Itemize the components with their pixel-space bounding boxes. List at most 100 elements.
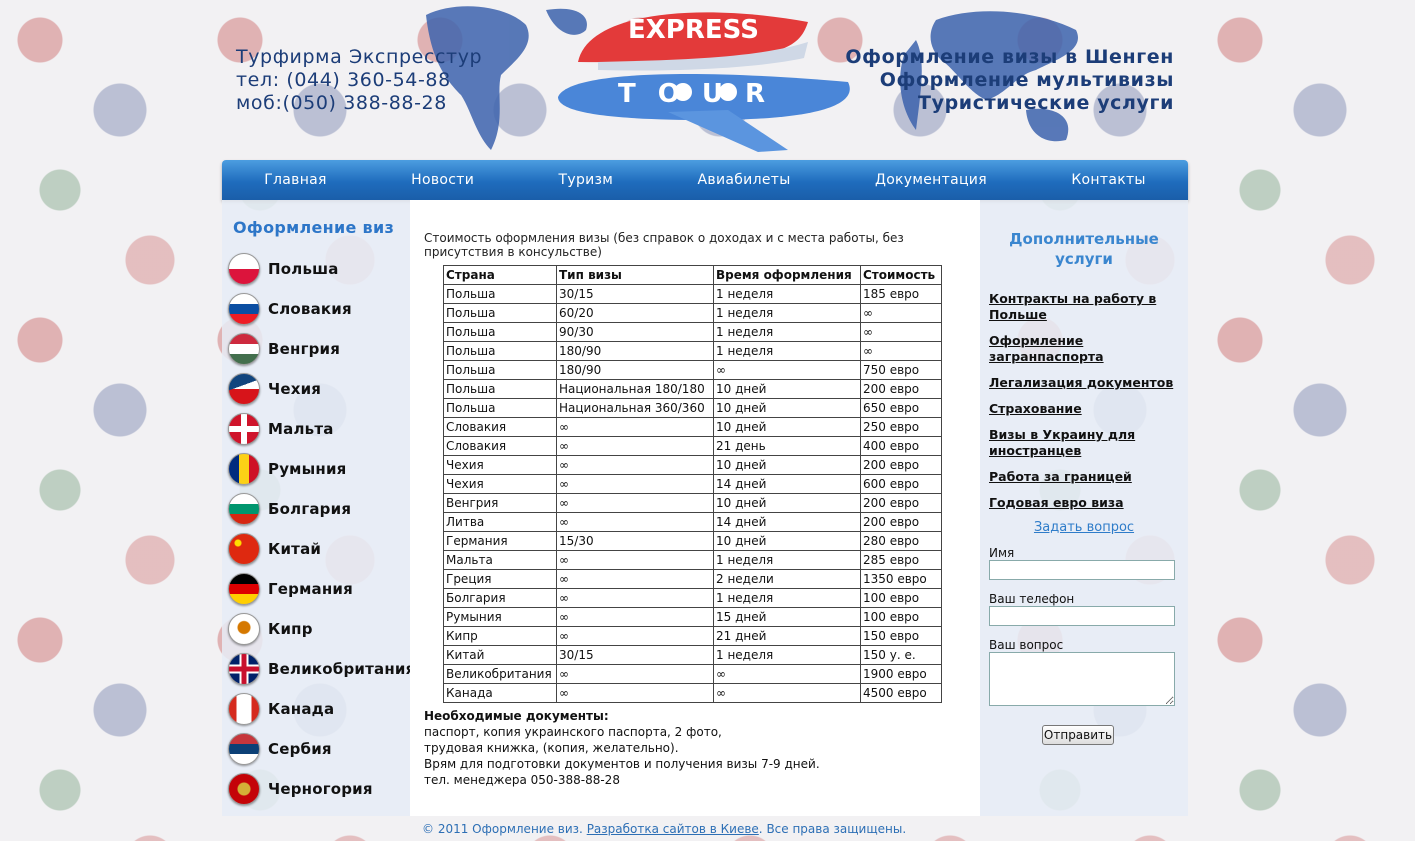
country-flag-icon xyxy=(228,653,260,685)
nav-home[interactable]: Главная xyxy=(264,172,327,188)
table-cell: 14 дней xyxy=(713,512,861,532)
table-cell: 200 евро xyxy=(860,379,942,399)
table-cell: Болгария xyxy=(443,588,557,608)
country-flag-icon xyxy=(228,293,260,325)
question-textarea[interactable] xyxy=(989,652,1175,706)
sidebar-item-country[interactable]: Черногория xyxy=(228,772,373,806)
sidebar-item-country[interactable]: Словакия xyxy=(228,292,352,326)
service-link[interactable]: Страхование xyxy=(989,401,1184,417)
service-link[interactable]: Визы в Украину для иностранцев xyxy=(989,427,1184,459)
table-cell: 15 дней xyxy=(713,607,861,627)
table-cell: 10 дней xyxy=(713,493,861,513)
phone-label: Ваш телефон xyxy=(989,592,1075,606)
table-row: Польша Национальная 180/180 10 дней 200 евр… xyxy=(443,379,942,399)
sidebar-item-country[interactable]: Румыния xyxy=(228,452,347,486)
table-cell: 750 евро xyxy=(860,360,942,380)
table-cell: Польша xyxy=(443,379,557,399)
table-cell: Национальная 180/180 xyxy=(556,379,714,399)
phone-input[interactable] xyxy=(989,606,1175,626)
name-input[interactable] xyxy=(989,560,1175,580)
table-cell: 250 евро xyxy=(860,417,942,437)
logo-express-text: EXPRESS xyxy=(628,15,759,45)
table-cell: 10 дней xyxy=(713,455,861,475)
sidebar-item-country[interactable]: Сербия xyxy=(228,732,332,766)
footer-rights: Все права защищены. xyxy=(766,822,907,836)
sidebar-item-country[interactable]: Кипр xyxy=(228,612,313,646)
express-tour-logo: EXPRESS TOUR xyxy=(558,12,850,152)
sidebar-item-country[interactable]: Болгария xyxy=(228,492,351,526)
country-label: Канада xyxy=(268,700,335,718)
service-link[interactable]: Контракты на работу в Польше xyxy=(989,291,1184,323)
table-cell: Китай xyxy=(443,645,557,665)
table-row: Канада ∞ ∞ 4500 евро xyxy=(443,683,942,703)
table-cell: ∞ xyxy=(713,683,861,703)
table-cell: 400 евро xyxy=(860,436,942,456)
table-header-row: Страна Тип визы Время оформления Стоимос… xyxy=(443,265,942,285)
table-cell: 4500 евро xyxy=(860,683,942,703)
sidebar-countries: Оформление виз Польша Словакия Венгрия Чехи… xyxy=(222,200,415,816)
table-cell: 10 дней xyxy=(713,379,861,399)
table-cell: 200 евро xyxy=(860,512,942,532)
service-link[interactable]: Годовая евро виза xyxy=(989,495,1184,511)
sidebar-item-country[interactable]: Великобритания xyxy=(228,652,415,686)
table-cell: ∞ xyxy=(556,455,714,475)
header-services: Оформление визы в Шенген Оформление муль… xyxy=(830,46,1174,115)
table-cell: ∞ xyxy=(556,664,714,684)
header-service-1: Оформление мультивизы xyxy=(879,69,1174,91)
table-cell: 600 евро xyxy=(860,474,942,494)
header-visa-type: Тип визы xyxy=(556,265,714,285)
country-label: Чехия xyxy=(268,380,322,398)
table-cell: ∞ xyxy=(556,569,714,589)
docs-line: тел. менеджера 050-388-88-28 xyxy=(424,773,620,787)
service-link[interactable]: Работа за границей xyxy=(989,469,1184,485)
table-cell: 1350 евро xyxy=(860,569,942,589)
country-label: Сербия xyxy=(268,740,332,758)
table-cell: 650 евро xyxy=(860,398,942,418)
sidebar-item-country[interactable]: Мальта xyxy=(228,412,334,446)
sidebar-item-country[interactable]: Польша xyxy=(228,252,339,286)
service-link[interactable]: Оформление загранпаспорта xyxy=(989,333,1184,365)
table-cell: 100 евро xyxy=(860,607,942,627)
table-row: Польша Национальная 360/360 10 дней 650 евр… xyxy=(443,398,942,418)
service-link[interactable]: Легализация документов xyxy=(989,375,1184,391)
table-cell: Польша xyxy=(443,341,557,361)
table-row: Греция ∞ 2 недели 1350 евро xyxy=(443,569,942,589)
header-country: Страна xyxy=(443,265,557,285)
country-label: Польша xyxy=(268,260,339,278)
docs-line: Врям для подготовки документов и получен… xyxy=(424,757,820,771)
sidebar-item-country[interactable]: Венгрия xyxy=(228,332,340,366)
country-label: Венгрия xyxy=(268,340,341,358)
table-row: Польша 60/20 1 неделя ∞ xyxy=(443,303,942,323)
country-label: Черногория xyxy=(268,780,373,798)
header-processing-time: Время оформления xyxy=(713,265,861,285)
country-flag-icon xyxy=(228,613,260,645)
sidebar-item-country[interactable]: Канада xyxy=(228,692,334,726)
name-label: Имя xyxy=(989,546,1015,560)
nav-documentation[interactable]: Документация xyxy=(875,172,987,188)
company-mobile: моб:(050) 388-88-28 xyxy=(236,92,447,114)
country-flag-icon xyxy=(228,733,260,765)
table-cell: 30/15 xyxy=(556,284,714,304)
sidebar-item-country[interactable]: Китай xyxy=(228,532,321,566)
table-cell: 90/30 xyxy=(556,322,714,342)
price-table: Страна Тип визы Время оформления Стоимос… xyxy=(443,265,942,703)
ask-question-link[interactable]: Задать вопрос xyxy=(980,520,1188,535)
table-row: Польша 180/90 1 неделя ∞ xyxy=(443,341,942,361)
table-row: Китай 30/15 1 неделя 150 у. е. xyxy=(443,645,942,665)
table-cell: 15/30 xyxy=(556,531,714,551)
table-cell: Польша xyxy=(443,398,557,418)
table-cell: 1 неделя xyxy=(713,322,861,342)
nav-tourism[interactable]: Туризм xyxy=(559,172,614,188)
nav-air-tickets[interactable]: Авиабилеты xyxy=(698,172,791,188)
table-cell: 285 евро xyxy=(860,550,942,570)
main-content: Стоимость оформления визы (без справок о… xyxy=(410,200,980,816)
sidebar-item-country[interactable]: Чехия xyxy=(228,372,321,406)
table-cell: 180/90 xyxy=(556,360,714,380)
submit-button[interactable]: Отправить xyxy=(1042,725,1114,745)
nav-contacts[interactable]: Контакты xyxy=(1071,172,1145,188)
nav-news[interactable]: Новости xyxy=(411,172,474,188)
sidebar-item-country[interactable]: Германия xyxy=(228,572,353,606)
footer-dev-link[interactable]: Разработка сайтов в Киеве xyxy=(587,822,759,836)
table-cell: 1 неделя xyxy=(713,550,861,570)
country-label: Мальта xyxy=(268,420,334,438)
